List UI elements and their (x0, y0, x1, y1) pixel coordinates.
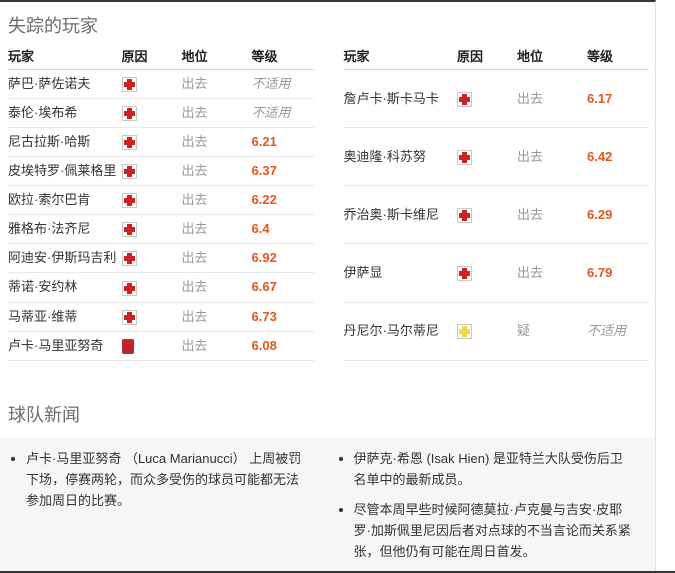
table-row: 丹尼尔·马尔蒂尼 疑 不适用 (344, 302, 650, 360)
status-text: 出去 (182, 99, 252, 128)
rating-value: 6.08 (252, 338, 277, 353)
player-name-link[interactable]: 詹卢卡·斯卡马卡 (344, 91, 439, 106)
table-row: 詹卢卡·斯卡马卡 出去 6.17 (344, 70, 650, 128)
player-name-link[interactable]: 卢卡·马里亚努奇 (8, 338, 103, 353)
player-name-link[interactable]: 乔治奥·斯卡维尼 (344, 207, 439, 222)
table-row: 奥迪隆·科苏努 出去 6.42 (344, 128, 650, 186)
injury-cross-icon (122, 164, 137, 179)
status-text: 出去 (182, 215, 252, 244)
status-text: 出去 (517, 70, 587, 128)
table-row: 尼古拉斯·哈斯 出去 6.21 (8, 128, 314, 157)
status-text: 出去 (182, 331, 252, 360)
status-text: 出去 (182, 273, 252, 302)
news-item: 伊萨克·希恩 (Isak Hien) 是亚特兰大队受伤后卫名单中的最新成员。 (354, 448, 636, 490)
rating-value: 6.22 (252, 192, 277, 207)
rating-value: 6.42 (587, 149, 612, 164)
rating-value: 6.17 (587, 91, 612, 106)
injury-cross-icon (122, 251, 137, 266)
column-header-player: 玩家 (344, 46, 458, 70)
player-name-link[interactable]: 伊萨显 (344, 265, 383, 280)
player-name-link[interactable]: 皮埃特罗·佩莱格里 (8, 163, 116, 178)
table-row: 马蒂亚·维蒂 出去 6.73 (8, 302, 314, 331)
status-text: 出去 (517, 128, 587, 186)
rating-value: 6.92 (252, 250, 277, 265)
news-item: 卢卡·马里亚努奇 （Luca Marianucci） 上周被罚下场，停赛两轮，而… (26, 448, 308, 511)
missing-players-title: 失踪的玩家 (0, 2, 655, 46)
table-row: 阿迪安·伊斯玛吉利 出去 6.92 (8, 244, 314, 273)
injury-cross-icon (457, 266, 472, 281)
rating-value: 不适用 (587, 323, 626, 338)
table-header-row: 玩家 原因 地位 等级 (344, 46, 650, 70)
status-text: 出去 (182, 128, 252, 157)
column-header-status: 地位 (517, 46, 587, 70)
player-name-link[interactable]: 马蒂亚·维蒂 (8, 309, 77, 324)
missing-players-table-left: 玩家 原因 地位 等级 萨巴·萨佐诺夫 出去 不适用 泰伦·埃布希 出去 不适用… (8, 46, 314, 361)
player-name-link[interactable]: 奥迪隆·科苏努 (344, 149, 426, 164)
rating-value: 6.29 (587, 207, 612, 222)
table-row: 雅格布·法齐尼 出去 6.4 (8, 215, 314, 244)
injury-cross-icon (122, 135, 137, 150)
team-news-column-left: 卢卡·马里亚努奇 （Luca Marianucci） 上周被罚下场，停赛两轮，而… (0, 438, 328, 573)
rating-value: 6.4 (252, 221, 270, 236)
table-row: 欧拉·索尔巴肯 出去 6.22 (8, 186, 314, 215)
player-name-link[interactable]: 阿迪安·伊斯玛吉利 (8, 250, 116, 265)
column-header-status: 地位 (182, 46, 252, 70)
rating-value: 不适用 (252, 105, 291, 120)
missing-players-table-right: 玩家 原因 地位 等级 詹卢卡·斯卡马卡 出去 6.17 奥迪隆·科苏努 出去 … (344, 46, 650, 361)
column-header-reason: 原因 (122, 46, 182, 70)
rating-value: 6.37 (252, 163, 277, 178)
status-text: 出去 (182, 244, 252, 273)
injury-cross-icon (122, 77, 137, 92)
injury-cross-icon (122, 193, 137, 208)
injury-cross-icon (457, 92, 472, 107)
status-text: 出去 (182, 186, 252, 215)
player-name-link[interactable]: 欧拉·索尔巴肯 (8, 192, 90, 207)
rating-value: 6.21 (252, 134, 277, 149)
team-news-title: 球队新闻 (0, 361, 655, 438)
player-name-link[interactable]: 丹尼尔·马尔蒂尼 (344, 323, 439, 338)
rating-value: 6.73 (252, 309, 277, 324)
table-row: 蒂诺·安约林 出去 6.67 (8, 273, 314, 302)
injury-cross-icon (457, 150, 472, 165)
status-text: 出去 (182, 302, 252, 331)
player-name-link[interactable]: 尼古拉斯·哈斯 (8, 134, 90, 149)
status-text: 出去 (517, 186, 587, 244)
missing-players-panel: 失踪的玩家 玩家 原因 地位 等级 萨巴·萨佐诺夫 出去 不适用 泰伦·埃布希 … (0, 0, 656, 573)
news-item: 尽管本周早些时候阿德莫拉·卢克曼与吉安·皮耶罗·加斯佩里尼因后者对点球的不当言论… (354, 499, 636, 562)
column-header-player: 玩家 (8, 46, 122, 70)
column-header-reason: 原因 (457, 46, 517, 70)
injury-cross-icon (122, 281, 137, 296)
column-header-rating: 等级 (252, 46, 314, 70)
status-text: 疑 (517, 302, 587, 360)
team-news-section: 卢卡·马里亚努奇 （Luca Marianucci） 上周被罚下场，停赛两轮，而… (0, 438, 655, 573)
table-row: 皮埃特罗·佩莱格里 出去 6.37 (8, 157, 314, 186)
table-row: 卢卡·马里亚努奇 出去 6.08 (8, 331, 314, 360)
status-text: 出去 (517, 244, 587, 302)
table-row: 萨巴·萨佐诺夫 出去 不适用 (8, 70, 314, 99)
status-text: 出去 (182, 70, 252, 99)
injury-cross-icon (122, 310, 137, 325)
status-text: 出去 (182, 157, 252, 186)
player-name-link[interactable]: 蒂诺·安约林 (8, 279, 77, 294)
player-name-link[interactable]: 雅格布·法齐尼 (8, 221, 90, 236)
rating-value: 不适用 (252, 76, 291, 91)
injury-cross-icon (457, 208, 472, 223)
player-name-link[interactable]: 泰伦·埃布希 (8, 105, 77, 120)
injury-cross-icon (122, 222, 137, 237)
table-row: 乔治奥·斯卡维尼 出去 6.29 (344, 186, 650, 244)
column-header-rating: 等级 (587, 46, 649, 70)
team-news-column-right: 伊萨克·希恩 (Isak Hien) 是亚特兰大队受伤后卫名单中的最新成员。尽管… (328, 438, 656, 573)
missing-players-tables: 玩家 原因 地位 等级 萨巴·萨佐诺夫 出去 不适用 泰伦·埃布希 出去 不适用… (0, 46, 655, 361)
rating-value: 6.67 (252, 279, 277, 294)
table-row: 泰伦·埃布希 出去 不适用 (8, 99, 314, 128)
red-card-icon (122, 339, 134, 354)
table-header-row: 玩家 原因 地位 等级 (8, 46, 314, 70)
table-row: 伊萨显 出去 6.79 (344, 244, 650, 302)
injury-cross-icon (122, 106, 137, 121)
player-name-link[interactable]: 萨巴·萨佐诺夫 (8, 76, 90, 91)
rating-value: 6.79 (587, 265, 612, 280)
doubtful-cross-icon (457, 324, 472, 339)
